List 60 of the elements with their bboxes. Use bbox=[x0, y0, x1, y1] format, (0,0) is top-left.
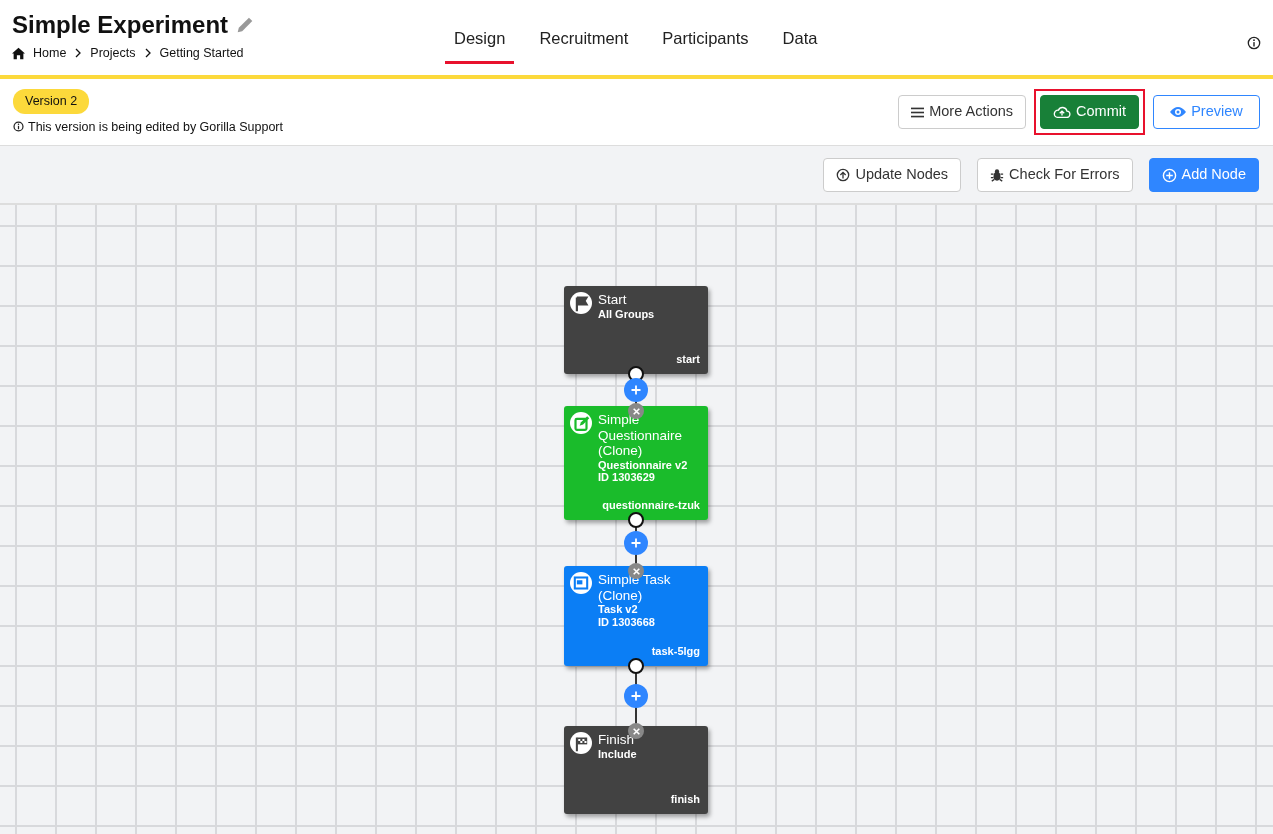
node-title: Start bbox=[598, 292, 628, 308]
commit-button[interactable]: Commit bbox=[1040, 95, 1139, 129]
window-icon bbox=[570, 572, 592, 594]
nav-tab[interactable]: Design bbox=[445, 18, 515, 64]
version-badge: Version 2 bbox=[13, 88, 90, 114]
node-id: ID 1303668 bbox=[598, 615, 656, 629]
plus-circle-icon bbox=[1161, 167, 1177, 183]
cloud-upload-icon bbox=[1053, 104, 1072, 120]
node-tag: questionnaire-tzuk bbox=[602, 499, 700, 512]
add-node-button[interactable] bbox=[624, 684, 648, 708]
output-port[interactable] bbox=[628, 658, 644, 674]
nav-tab[interactable]: Recruitment bbox=[530, 18, 638, 64]
arrow-up-circle-icon bbox=[836, 168, 851, 182]
menu-icon bbox=[911, 105, 925, 119]
node-title: Finish bbox=[598, 732, 635, 748]
add-node-button[interactable] bbox=[624, 531, 648, 555]
chevron-right-icon bbox=[74, 48, 83, 59]
update-nodes-button[interactable]: Update Nodes bbox=[823, 158, 962, 192]
info-icon bbox=[13, 121, 24, 133]
breadcrumb-link[interactable]: Getting Started bbox=[159, 44, 244, 63]
nav-tab[interactable]: Participants bbox=[653, 18, 758, 64]
chevron-right-icon bbox=[143, 48, 152, 59]
output-port[interactable] bbox=[628, 512, 644, 528]
home-icon bbox=[12, 46, 25, 60]
add-node-button[interactable]: Add Node bbox=[1148, 158, 1259, 192]
add-node-button[interactable] bbox=[624, 378, 648, 402]
experiment-title: Simple Experiment bbox=[12, 10, 229, 40]
node-id: ID 1303629 bbox=[598, 471, 656, 484]
node-tag: start bbox=[676, 353, 700, 366]
bug-icon bbox=[990, 168, 1005, 182]
check-errors-button[interactable]: Check For Errors bbox=[977, 158, 1133, 192]
node-tag: task-5lgg bbox=[651, 645, 700, 658]
close-icon bbox=[631, 566, 641, 576]
finish-node[interactable]: Finish Include finish bbox=[564, 726, 708, 814]
node-title: Simple Task (Clone) bbox=[598, 572, 672, 604]
close-icon bbox=[631, 726, 641, 736]
node-subtitle: Questionnaire v2 bbox=[598, 458, 689, 472]
nav-tab[interactable]: Data bbox=[773, 18, 827, 64]
node-tag: finish bbox=[670, 793, 700, 806]
breadcrumb-link[interactable]: Home bbox=[33, 44, 67, 63]
info-icon bbox=[1247, 35, 1261, 50]
plus-icon bbox=[630, 690, 642, 702]
flag-icon bbox=[570, 292, 592, 314]
node-subtitle: Include bbox=[598, 747, 638, 761]
plus-icon bbox=[630, 384, 642, 396]
eye-icon bbox=[1170, 105, 1187, 119]
preview-button[interactable]: Preview bbox=[1153, 95, 1260, 129]
node-title: Simple Questionnaire (Clone) bbox=[598, 412, 684, 459]
more-actions-button[interactable]: More Actions bbox=[898, 95, 1027, 129]
start-node[interactable]: Start All Groups start bbox=[564, 286, 708, 374]
version-note: This version is being edited by Gorilla Support bbox=[28, 118, 283, 136]
breadcrumb-link[interactable]: Projects bbox=[90, 44, 136, 63]
checkered-flag-icon bbox=[570, 732, 592, 754]
edit-icon bbox=[570, 412, 592, 434]
close-icon bbox=[631, 406, 641, 416]
node-subtitle: Task v2 bbox=[598, 603, 639, 616]
task-node[interactable]: Simple Task (Clone) Task v2 ID 1303668 task-5lgg bbox=[564, 566, 708, 666]
pencil-icon bbox=[236, 16, 255, 34]
node-subtitle: All Groups bbox=[598, 307, 656, 321]
plus-icon bbox=[630, 537, 642, 549]
